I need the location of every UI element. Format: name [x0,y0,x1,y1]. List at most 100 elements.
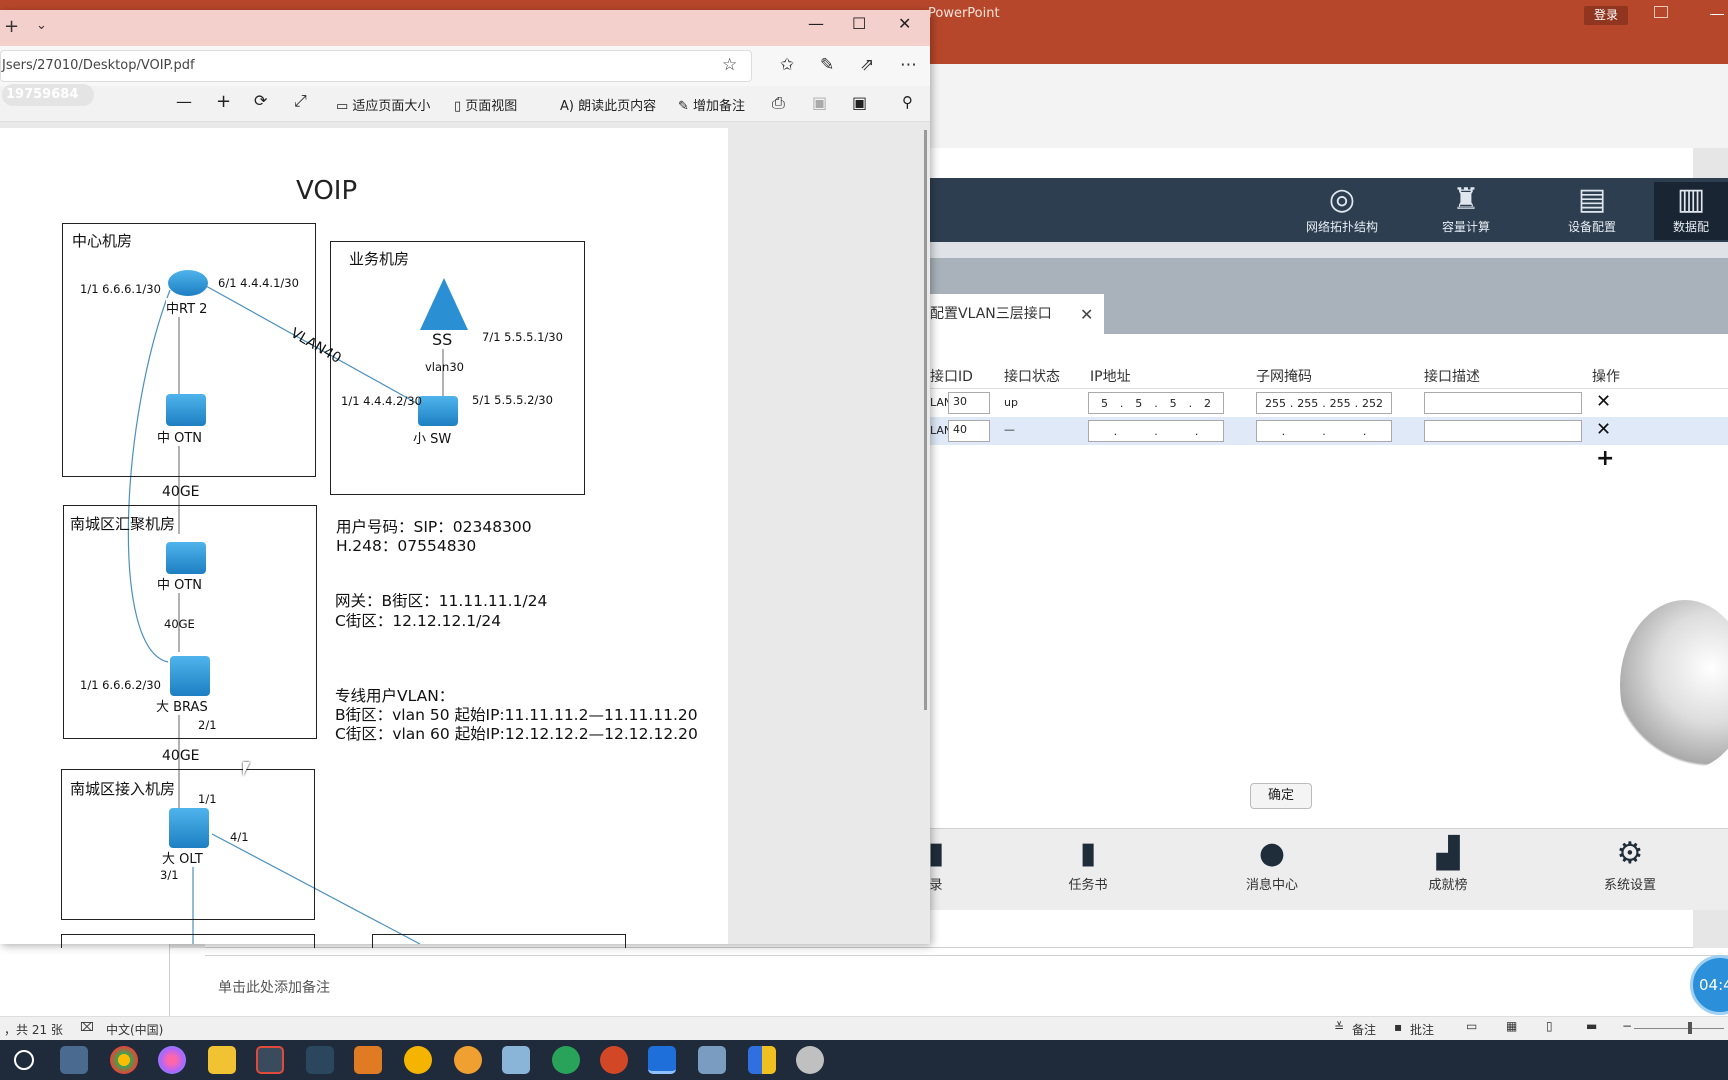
app-icon[interactable] [404,1046,432,1074]
chrome-icon[interactable] [110,1046,138,1074]
mask-octet[interactable]: 255 [1297,397,1318,410]
header-ip-address: IP地址 [1090,369,1131,385]
notes-pane[interactable] [205,955,1728,1015]
minimize-icon[interactable] [1710,14,1724,15]
normal-view-icon[interactable]: ▭ [1466,1019,1477,1033]
tower-icon: ♜ [1452,182,1480,217]
shield-icon[interactable] [748,1046,776,1074]
note-user-sip: 用户号码：SIP：02348300 [336,518,532,536]
note-vlan-title: 专线用户VLAN： [335,687,455,705]
nav-capacity[interactable]: ♜ 容量计算 [1420,182,1512,240]
app-icon[interactable] [454,1046,482,1074]
mouse-cursor-icon [243,762,250,776]
description-input[interactable] [1424,392,1582,414]
notes-placeholder[interactable]: 单击此处添加备注 [218,977,330,997]
edge-icon[interactable] [648,1046,676,1074]
tab-vlan-l3-interface[interactable]: 配置VLAN三层接口 [930,294,1104,334]
olt-port-3: 3/1 [160,868,179,882]
diagram-title: VOIP [296,176,358,206]
sorter-view-icon[interactable]: ▦ [1506,1019,1517,1033]
nav-data-config[interactable]: ▥ 数据配 [1654,182,1728,240]
interface-id-input[interactable]: 40 [948,420,990,442]
start-icon[interactable] [14,1050,34,1070]
spellcheck-icon[interactable]: ⌧ [80,1020,94,1034]
nav-achievements[interactable]: ▟ 成就榜 [1398,834,1498,893]
nav-topology[interactable]: ◎ 网络拓扑结构 [1296,182,1388,240]
notes-toggle[interactable]: 备注 [1352,1021,1376,1038]
ip-address-input[interactable]: 5.5.5.2 [1088,392,1224,414]
nav-task-book-label: 任务书 [1068,878,1108,893]
switch-icon [418,396,458,426]
mask-octet[interactable]: 255 [1330,397,1351,410]
subnet-mask-input[interactable]: 255. 255. 255. 252 [1256,392,1392,414]
link-40ge-2: 40GE [164,617,195,631]
confirm-button[interactable]: 确定 [1250,783,1312,809]
nav-device-config[interactable]: ▤ 设备配置 [1546,182,1638,240]
ip-octet[interactable]: 5 [1101,397,1108,410]
bras-port-2: 2/1 [198,718,217,732]
reading-view-icon[interactable]: ▯ [1546,1019,1553,1033]
nav-task-book[interactable]: ▮ 任务书 [1038,834,1138,893]
file-explorer-icon[interactable] [208,1046,236,1074]
slide-thumbnails[interactable] [0,940,170,1016]
task-view-icon[interactable] [60,1046,88,1074]
notes-icon[interactable]: ≚ [1334,1020,1344,1034]
otn1-label: 中 OTN [157,427,203,446]
room-partial [372,934,626,948]
mask-octet[interactable]: 252 [1362,397,1383,410]
nav-data-config-label: 数据配 [1672,220,1709,234]
olt-port-4: 4/1 [230,830,249,844]
podium-icon: ▟ [1436,836,1460,871]
ip-octet[interactable]: 5 [1170,397,1177,410]
comments-icon[interactable]: ▪ [1394,1020,1402,1034]
room-service-label: 业务机房 [349,250,410,268]
ip-octet[interactable]: 5 [1135,397,1142,410]
room-partial [61,934,315,948]
app-icon[interactable] [552,1046,580,1074]
header-interface-id: 接口ID [930,369,973,385]
app-icon[interactable] [158,1046,186,1074]
link-40ge-3: 40GE [162,748,200,764]
zoom-out-icon[interactable]: − [1622,1019,1632,1033]
ip-address-input[interactable]: ... [1088,420,1224,442]
zoom-slider-thumb[interactable] [1688,1022,1692,1034]
app-icon[interactable] [502,1046,530,1074]
document-icon: ▥ [1676,182,1706,217]
add-row-icon[interactable]: + [1596,446,1614,471]
tab-close-icon[interactable]: ✕ [1080,305,1093,324]
room-center-label: 中心机房 [72,232,133,250]
olt-label: 大 OLT [162,848,203,867]
subnet-mask-input[interactable]: ... [1256,420,1392,442]
sw-label: 小 SW [413,428,452,447]
note-vlan-c: C街区：vlan 60 起始IP:12.12.12.2—12.12.12.20 [335,725,698,743]
bras-label: 大 BRAS [156,696,208,715]
ip-octet[interactable]: 2 [1204,397,1211,410]
header-description: 接口描述 [1424,369,1480,385]
steam-icon[interactable] [306,1046,334,1074]
login-button[interactable]: 登录 [1584,6,1628,25]
gear-icon: ⚙ [1616,836,1644,871]
note-gateway-c: C街区：12.12.12.1/24 [335,612,502,630]
language-status[interactable]: 中文(中国) [106,1021,163,1038]
nav-message-center-label: 消息中心 [1245,878,1298,893]
app-icon[interactable] [796,1046,824,1074]
comments-toggle[interactable]: 批注 [1410,1021,1434,1038]
app-icon[interactable] [256,1046,284,1074]
book-icon: ▮ [1079,836,1097,871]
delete-row-icon[interactable]: ✕ [1596,391,1611,412]
otn2-label: 中 OTN [157,574,203,593]
chat-bubble-icon: ● [1258,836,1286,871]
interface-id-input[interactable]: 30 [948,392,990,414]
mask-octet[interactable]: 255 [1265,397,1286,410]
description-input[interactable] [1424,420,1582,442]
app-icon[interactable] [698,1046,726,1074]
slideshow-icon[interactable]: ▬ [1586,1019,1597,1033]
zoom-slider[interactable] [1634,1028,1724,1029]
nav-system-settings[interactable]: ⚙ 系统设置 [1580,834,1680,893]
search-app-icon[interactable] [354,1046,382,1074]
nav-message-center[interactable]: ● 消息中心 [1222,834,1322,893]
nav-achievements-label: 成就榜 [1428,878,1468,893]
ribbon-display-icon[interactable] [1654,6,1668,18]
delete-row-icon[interactable]: ✕ [1596,419,1611,440]
powerpoint-icon[interactable] [600,1046,628,1074]
